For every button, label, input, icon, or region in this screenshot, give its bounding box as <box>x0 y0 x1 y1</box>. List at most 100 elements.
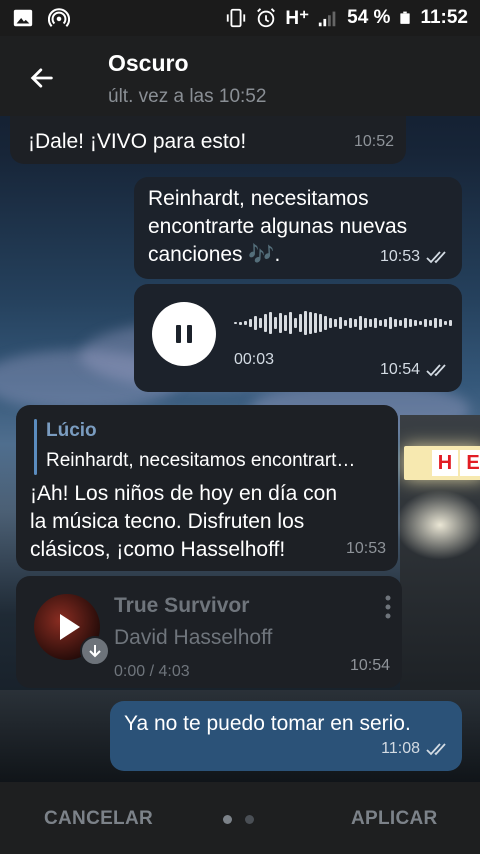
battery-percent: 54 % <box>347 7 391 28</box>
waveform-bar <box>404 318 407 328</box>
waveform-bar <box>429 320 432 326</box>
waveform-bar <box>309 312 312 334</box>
waveform-bar <box>344 320 347 326</box>
waveform-bar <box>299 314 302 332</box>
page-indicator-dot-active[interactable] <box>223 815 232 824</box>
reply-quote-bar <box>34 419 37 475</box>
waveform-bar <box>439 319 442 327</box>
signal-icon <box>318 11 336 27</box>
message-text-line: canciones 🎶. <box>148 243 281 266</box>
waveform-bar <box>409 319 412 327</box>
download-button[interactable] <box>80 636 110 666</box>
double-check-icon <box>426 364 446 377</box>
waveform-bar <box>424 319 427 327</box>
sign-letter: E <box>460 450 480 476</box>
waveform-bar <box>334 319 337 327</box>
message-text-line: clásicos, ¡como Hasselhoff! <box>30 538 286 561</box>
chat-header: Oscuro últ. vez a las 10:52 <box>0 36 480 116</box>
battery-icon <box>400 11 411 24</box>
download-arrow-icon <box>89 645 101 658</box>
waveform-bar <box>339 317 342 329</box>
waveform-bar <box>304 311 307 335</box>
waveform-bar <box>414 320 417 326</box>
contact-name[interactable]: Oscuro <box>108 50 189 77</box>
message-bubble-out[interactable]: Reinhardt, necesitamos encontrarte algun… <box>134 177 462 279</box>
message-bubble-out[interactable]: Ya no te puedo tomar en serio. 11:08 <box>110 701 462 771</box>
track-artist: David Hasselhoff <box>114 626 273 649</box>
message-text-line: la música tecno. Disfruten los <box>30 510 305 533</box>
waveform-bar <box>259 318 262 328</box>
message-time: 10:53 <box>379 248 420 265</box>
reply-author[interactable]: Lúcio <box>46 417 97 445</box>
waveform-bar <box>254 316 257 330</box>
message-bubble-in[interactable]: ¡Dale! ¡VIVO para esto! 10:52 <box>10 116 406 164</box>
waveform-bar <box>359 316 362 330</box>
reply-text[interactable]: Reinhardt, necesitamos encontrart… <box>46 447 355 475</box>
track-title: True Survivor <box>114 594 250 617</box>
double-check-icon <box>426 743 446 756</box>
waveform-bar <box>444 321 447 325</box>
waveform-bar <box>349 318 352 328</box>
waveform-bar <box>399 320 402 326</box>
sign-letter: H <box>432 450 458 476</box>
waveform-bar <box>289 312 292 334</box>
voice-message-bubble[interactable]: 00:03 10:54 <box>134 284 462 392</box>
waveform-bar <box>419 321 422 325</box>
music-message-bubble[interactable]: True Survivor David Hasselhoff 0:00 / 4:… <box>16 576 402 688</box>
message-bubble-in[interactable]: Lúcio Reinhardt, necesitamos encontrart…… <box>16 405 398 571</box>
waveform-bar <box>319 314 322 332</box>
pause-icon <box>176 325 192 343</box>
waveform-bar <box>314 313 317 333</box>
cancel-button[interactable]: CANCELAR <box>44 808 153 830</box>
waveform-bar <box>449 320 452 326</box>
clock: 11:52 <box>420 7 468 28</box>
waveform-bar <box>434 318 437 328</box>
waveform-bar <box>394 319 397 327</box>
hotspot-icon <box>48 8 70 27</box>
back-button[interactable] <box>22 58 62 98</box>
waveform-bar <box>369 319 372 327</box>
network-type: H⁺ <box>285 7 310 29</box>
waveform-bar <box>354 319 357 327</box>
theme-preview-bar: CANCELAR APLICAR <box>0 782 480 854</box>
waveform-bar <box>274 317 277 329</box>
message-time: 10:54 <box>379 361 420 378</box>
waveform-bar <box>239 321 242 325</box>
waveform-bar <box>249 319 252 327</box>
message-time: 11:08 <box>381 740 420 757</box>
waveform-bar <box>389 317 392 329</box>
message-time: 10:53 <box>345 540 386 557</box>
message-text-line: encontrarte algunas nuevas <box>148 215 408 238</box>
page-indicator-dot[interactable] <box>245 815 254 824</box>
message-text-line: ¡Ah! Los niños de hoy en día con <box>30 482 338 505</box>
message-time: 10:52 <box>353 133 394 150</box>
message-text-line: Reinhardt, necesitamos <box>148 187 369 210</box>
waveform-bar <box>324 316 327 330</box>
pause-button[interactable] <box>152 302 216 366</box>
waveform-bar <box>264 314 267 332</box>
arrow-back-icon <box>30 68 53 88</box>
message-time: 10:54 <box>349 657 390 674</box>
waveform-bar <box>384 319 387 327</box>
status-bar: H⁺ 54 % 11:52 <box>0 0 480 36</box>
alarm-icon <box>257 8 276 28</box>
message-text: ¡Dale! ¡VIVO para esto! <box>28 130 247 153</box>
voice-waveform[interactable] <box>234 310 452 336</box>
double-check-icon <box>426 251 446 264</box>
track-progress: 0:00 / 4:03 <box>114 663 190 680</box>
message-text: Ya no te puedo tomar en serio. <box>124 712 411 735</box>
waveform-bar <box>279 313 282 333</box>
apply-button[interactable]: APLICAR <box>351 808 438 830</box>
waveform-bar <box>234 322 237 324</box>
waveform-bar <box>379 320 382 326</box>
waveform-bar <box>284 315 287 331</box>
waveform-bar <box>269 312 272 334</box>
waveform-bar <box>364 318 367 328</box>
waveform-bar <box>294 318 297 328</box>
vibrate-icon <box>227 8 246 28</box>
last-seen-status: últ. vez a las 10:52 <box>108 86 267 107</box>
more-options-icon[interactable] <box>384 594 392 620</box>
waveform-bar <box>329 318 332 328</box>
building-light <box>395 490 480 560</box>
image-icon <box>13 9 33 27</box>
